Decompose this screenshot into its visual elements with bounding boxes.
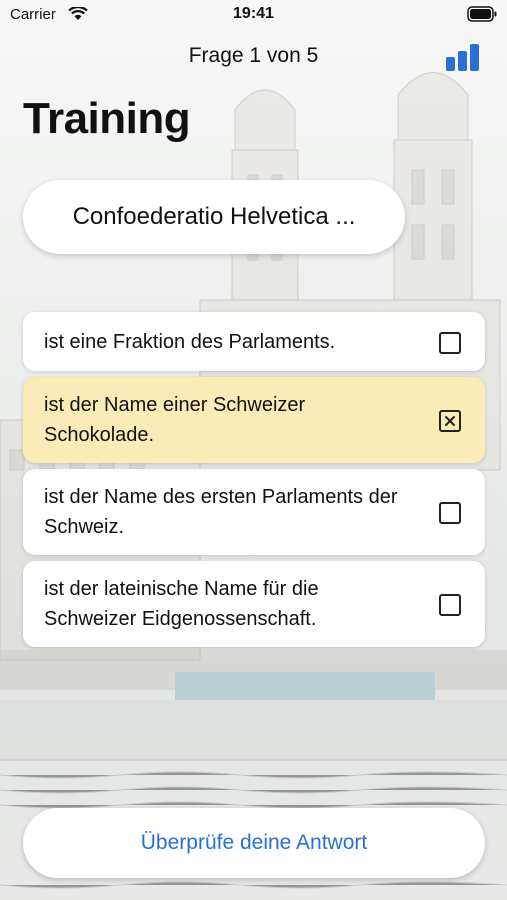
- x-mark-icon: [445, 416, 455, 426]
- question-progress: Frage 1 von 5: [188, 44, 319, 67]
- answer-text: ist der lateinische Name für die Schweiz…: [44, 578, 319, 630]
- question-text: Confoederatio Helvetica ...: [72, 203, 356, 230]
- bar-chart-icon: [446, 44, 479, 71]
- page-title: Training: [23, 94, 191, 143]
- answer-text: ist der Name einer Schweizer Schokolade.: [44, 394, 306, 446]
- answer-text: ist der Name des ersten Parlaments der S…: [44, 486, 398, 538]
- checkbox-unchecked-icon[interactable]: [439, 594, 461, 616]
- answer-list: ist eine Fraktion des Parlaments. ist de…: [23, 312, 485, 653]
- answer-option-4[interactable]: ist der lateinische Name für die Schweiz…: [23, 561, 485, 647]
- check-answer-button[interactable]: Überprüfe deine Antwort: [23, 808, 485, 878]
- question-card: Confoederatio Helvetica ...: [23, 180, 405, 254]
- answer-text: ist eine Fraktion des Parlaments.: [44, 330, 336, 353]
- checkbox-unchecked-icon[interactable]: [439, 331, 461, 354]
- answer-option-3[interactable]: ist der Name des ersten Parlaments der S…: [23, 469, 485, 555]
- statistics-button[interactable]: [445, 42, 483, 72]
- battery-icon: [467, 6, 497, 22]
- checkbox-checked-icon[interactable]: [439, 410, 461, 432]
- check-answer-label: Überprüfe deine Antwort: [140, 831, 368, 854]
- checkbox-unchecked-icon[interactable]: [439, 502, 461, 524]
- answer-option-2[interactable]: ist der Name einer Schweizer Schokolade.: [23, 377, 485, 463]
- answer-option-1[interactable]: ist eine Fraktion des Parlaments.: [23, 312, 485, 371]
- status-time: 19:41: [233, 5, 274, 22]
- status-bar: Carrier 19:41: [0, 0, 507, 30]
